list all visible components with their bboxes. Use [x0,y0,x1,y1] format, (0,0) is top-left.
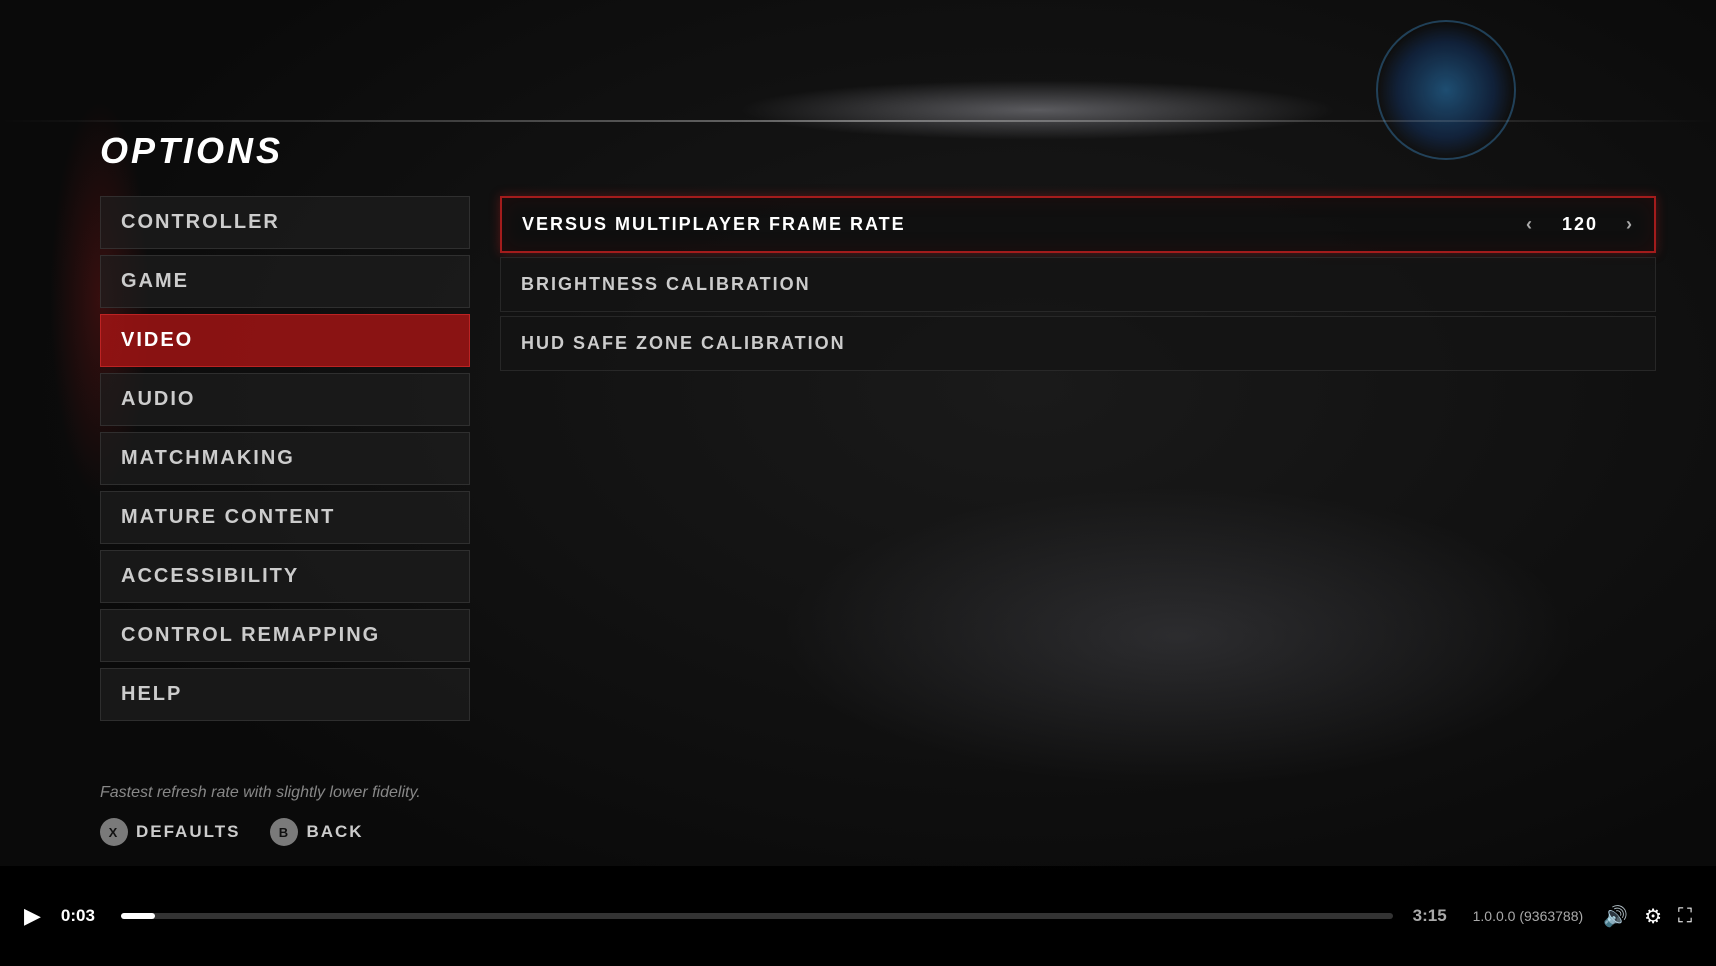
footer-buttons: X DEFAULTS B BACK [100,818,1656,846]
defaults-button[interactable]: X DEFAULTS [100,818,240,846]
back-button-icon: B [270,818,298,846]
play-button[interactable]: ▶ [24,903,41,929]
video-controls-right: 🔊 ⚙ ⛶ [1603,904,1692,929]
setting-versus-multiplayer-frame-rate[interactable]: VERSUS MULTIPLAYER FRAME RATE ‹ 120 › [500,196,1656,253]
back-button-label: BACK [306,822,363,842]
settings-panel: VERSUS MULTIPLAYER FRAME RATE ‹ 120 › BR… [500,196,1656,371]
back-button[interactable]: B BACK [270,818,363,846]
sidebar-item-game[interactable]: GAME [100,255,470,308]
setting-label-hud-safe-zone: HUD SAFE ZONE CALIBRATION [521,333,1635,354]
sidebar-item-video[interactable]: VIDEO [100,314,470,367]
page-title: OPTIONS [100,130,1656,172]
progress-bar-fill [121,913,155,919]
chevron-right-icon[interactable]: › [1626,214,1634,235]
defaults-button-icon: X [100,818,128,846]
setting-label-brightness: BRIGHTNESS CALIBRATION [521,274,1635,295]
sidebar-item-control-remapping[interactable]: CONTROL REMAPPING [100,609,470,662]
chevron-left-icon[interactable]: ‹ [1526,214,1534,235]
settings-icon[interactable]: ⚙ [1644,904,1662,929]
title-separator [0,120,1716,122]
main-layout: CONTROLLER GAME VIDEO AUDIO MATCHMAKING … [100,196,1656,721]
sidebar-item-audio[interactable]: AUDIO [100,373,470,426]
sidebar-item-help[interactable]: HELP [100,668,470,721]
hint-text: Fastest refresh rate with slightly lower… [100,784,1656,802]
sidebar-item-mature-content[interactable]: MATURE CONTENT [100,491,470,544]
total-time: 3:15 [1413,906,1453,926]
setting-label-versus-frame-rate: VERSUS MULTIPLAYER FRAME RATE [522,214,1526,235]
setting-brightness-calibration[interactable]: BRIGHTNESS CALIBRATION [500,257,1656,312]
main-content: OPTIONS CONTROLLER GAME VIDEO AUDIO MATC… [100,130,1656,846]
defaults-button-label: DEFAULTS [136,822,240,842]
volume-icon[interactable]: 🔊 [1603,904,1628,929]
sidebar: CONTROLLER GAME VIDEO AUDIO MATCHMAKING … [100,196,470,721]
progress-bar[interactable] [121,913,1393,919]
setting-value-versus-frame-rate: 120 [1550,214,1610,235]
sidebar-item-controller[interactable]: CONTROLLER [100,196,470,249]
fullscreen-icon[interactable]: ⛶ [1678,905,1692,928]
setting-hud-safe-zone[interactable]: HUD SAFE ZONE CALIBRATION [500,316,1656,371]
current-time: 0:03 [61,906,101,926]
footer-area: Fastest refresh rate with slightly lower… [100,784,1656,846]
video-player-bar: ▶ 0:03 3:15 1.0.0.0 (9363788) 🔊 ⚙ ⛶ [0,866,1716,966]
sidebar-item-accessibility[interactable]: ACCESSIBILITY [100,550,470,603]
version-label: 1.0.0.0 (9363788) [1473,908,1584,924]
setting-controls-versus-frame-rate: ‹ 120 › [1526,214,1634,235]
sidebar-item-matchmaking[interactable]: MATCHMAKING [100,432,470,485]
